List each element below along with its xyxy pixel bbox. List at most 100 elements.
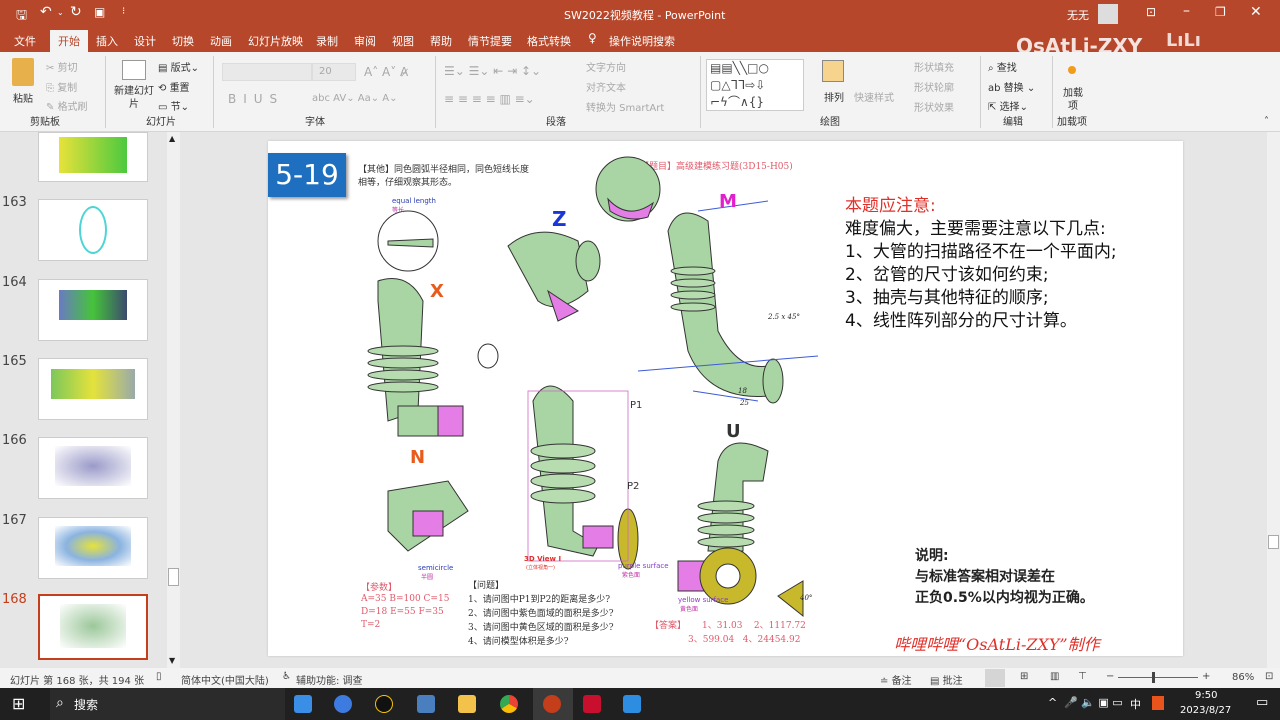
arrange-button[interactable]: 排列 xyxy=(824,89,844,104)
replace-button[interactable]: ab 替换 ⌄ xyxy=(988,79,1035,94)
zoom-level[interactable]: 86% xyxy=(1232,672,1254,683)
quick-styles-button[interactable]: 快速样式 xyxy=(854,89,894,104)
minimize-button[interactable]: – xyxy=(1183,3,1190,19)
slide-thumbnail[interactable] xyxy=(38,279,148,341)
avatar[interactable] xyxy=(1098,4,1118,24)
clock-date[interactable]: 2023/8/27 xyxy=(1180,705,1231,716)
tab-format-convert[interactable]: 格式转换 xyxy=(527,33,571,49)
copy-button[interactable]: ⎘ 复制 xyxy=(46,79,77,94)
tab-design[interactable]: 设计 xyxy=(134,33,156,49)
tray-icons[interactable]: 🎤 🔈 ▣ ▭ xyxy=(1064,696,1123,709)
paste-button[interactable]: 粘贴 xyxy=(13,90,33,105)
calculator-icon[interactable] xyxy=(417,695,435,713)
notes-button[interactable]: ≐ 备注 xyxy=(880,672,912,687)
addins-button[interactable]: 加载项 xyxy=(1062,87,1084,113)
notification-icon[interactable]: ▭ xyxy=(1256,695,1268,710)
text-direction-button[interactable]: 文字方向 xyxy=(586,59,626,74)
slide-canvas[interactable]: 5-19 【其他】同色圆弧半径相同，同色短线长度 相等，仔细观察其形态。 【题目… xyxy=(268,141,1183,656)
undo-dropdown-icon[interactable]: ⌄ xyxy=(57,8,64,17)
collapse-ribbon-icon[interactable]: ˄ xyxy=(1264,116,1269,127)
file-explorer-icon[interactable] xyxy=(458,695,476,713)
shapes-gallery[interactable]: ▤▤╲╲□○ ▢△ᒣᒣ⇨⇩ ⌐ϟ⌒∧{} xyxy=(706,59,804,111)
ime-indicator[interactable]: 中 xyxy=(1130,696,1141,712)
select-button[interactable]: ⇱ 选择⌄ xyxy=(988,98,1028,113)
undo-icon[interactable]: ↶ xyxy=(40,4,52,20)
font-size-dropdown[interactable]: 20 xyxy=(312,63,356,81)
restore-button[interactable]: ❐ xyxy=(1215,5,1226,19)
smartart-button[interactable]: 转换为 SmartArt xyxy=(586,99,664,114)
shape-fill-button[interactable]: 形状填充 xyxy=(914,59,954,74)
tab-slideshow[interactable]: 幻灯片放映 xyxy=(248,33,303,49)
tab-animations[interactable]: 动画 xyxy=(210,33,232,49)
cut-button[interactable]: ✂ 剪切 xyxy=(46,59,78,74)
sogou-icon[interactable] xyxy=(1152,696,1164,710)
section-button[interactable]: ▭ 节⌄ xyxy=(158,98,189,113)
present-icon[interactable]: ▣ xyxy=(94,5,105,19)
tab-help[interactable]: 帮助 xyxy=(430,33,452,49)
ribbon-display-icon[interactable]: ⊡ xyxy=(1146,5,1156,19)
tab-insert[interactable]: 插入 xyxy=(96,33,118,49)
accessibility-status[interactable]: 辅助功能: 调查 xyxy=(296,672,363,687)
clock-time[interactable]: 9:50 xyxy=(1195,690,1217,701)
qq-icon[interactable] xyxy=(375,695,393,713)
list-buttons[interactable]: ☰⌄ ☰⌄ ⇤ ⇥ ↕⌄ xyxy=(444,64,541,78)
close-button[interactable]: ✕ xyxy=(1250,4,1262,20)
scroll-up-icon[interactable]: ▲ xyxy=(169,134,175,143)
customize-qat-icon[interactable]: ⁝ xyxy=(122,6,125,17)
slide-scroll-thumb[interactable] xyxy=(1268,535,1279,549)
font-extra-buttons[interactable]: abc AV⌄ Aa⌄ A⌄ xyxy=(312,93,398,104)
slide-thumbnail[interactable] xyxy=(38,358,148,420)
normal-view-button[interactable] xyxy=(985,669,1005,687)
powerpoint-icon[interactable] xyxy=(543,695,561,713)
slide-thumbnail[interactable] xyxy=(38,517,148,579)
zoom-slider-thumb[interactable] xyxy=(1152,672,1156,683)
zoom-slider[interactable] xyxy=(1118,677,1198,678)
slide-sorter-button[interactable]: ⊞ xyxy=(1020,671,1028,682)
shape-outline-button[interactable]: 形状轮廓 xyxy=(914,79,954,94)
baidu-netdisk-icon[interactable] xyxy=(334,695,352,713)
slide-thumbnail[interactable] xyxy=(38,199,148,261)
align-buttons[interactable]: ≡ ≡ ≡ ≡ ▥ ≡⌄ xyxy=(444,92,535,106)
thumbnail-scrollbar[interactable] xyxy=(167,132,180,668)
fit-slide-button[interactable]: ⊡ xyxy=(1265,671,1273,682)
tab-review[interactable]: 审阅 xyxy=(354,33,376,49)
task-view-icon[interactable] xyxy=(294,695,312,713)
shape-effects-button[interactable]: 形状效果 xyxy=(914,99,954,114)
chrome-icon[interactable] xyxy=(500,695,518,713)
photos-icon[interactable] xyxy=(623,695,641,713)
tab-transitions[interactable]: 切换 xyxy=(172,33,194,49)
comments-button[interactable]: ▤ 批注 xyxy=(930,672,963,687)
redo-icon[interactable]: ↻ xyxy=(70,4,82,20)
find-button[interactable]: ⌕ 查找 xyxy=(988,59,1017,74)
solidworks-icon[interactable] xyxy=(583,695,601,713)
zoom-out-button[interactable]: − xyxy=(1106,671,1114,682)
thumbnail-scroll-thumb[interactable] xyxy=(168,568,179,586)
layout-button[interactable]: ▤ 版式⌄ xyxy=(158,59,199,74)
tell-me-search[interactable]: 操作说明搜索 xyxy=(609,33,675,49)
slide-thumbnail[interactable] xyxy=(38,437,148,499)
new-slide-button[interactable]: 新建幻灯片 xyxy=(114,85,154,111)
tab-home[interactable]: 开始 xyxy=(50,30,88,52)
tab-file[interactable]: 文件 xyxy=(14,33,36,49)
align-text-button[interactable]: 对齐文本 xyxy=(586,79,626,94)
tab-view[interactable]: 视图 xyxy=(392,33,414,49)
slide-thumbnail[interactable] xyxy=(38,132,148,182)
language-indicator[interactable]: 简体中文(中国大陆) xyxy=(181,672,269,687)
reading-view-button[interactable]: ▥ xyxy=(1050,671,1059,682)
slide-scrollbar[interactable] xyxy=(1267,132,1280,668)
font-format-buttons[interactable]: BIUS xyxy=(228,92,284,106)
spellcheck-icon[interactable]: ▯ xyxy=(156,671,162,682)
tray-expand-icon[interactable]: ^ xyxy=(1048,696,1057,709)
tab-record[interactable]: 录制 xyxy=(316,33,338,49)
reset-button[interactable]: ⟲ 重置 xyxy=(158,79,190,94)
user-name[interactable]: 无无 xyxy=(1067,7,1089,23)
font-name-dropdown[interactable] xyxy=(222,63,312,81)
windows-start-icon[interactable]: ⊞ xyxy=(12,694,25,713)
scroll-down-icon[interactable]: ▼ xyxy=(169,656,175,665)
slide-thumbnail-selected[interactable] xyxy=(38,594,148,660)
tab-storyboard[interactable]: 情节提要 xyxy=(468,33,512,49)
font-grow-shrink-buttons[interactable]: A˄ A˅ A̷ xyxy=(364,65,408,79)
slideshow-button[interactable]: ⊤ xyxy=(1078,671,1087,682)
save-icon[interactable]: 🖫 xyxy=(16,6,27,28)
zoom-in-button[interactable]: + xyxy=(1202,671,1210,682)
